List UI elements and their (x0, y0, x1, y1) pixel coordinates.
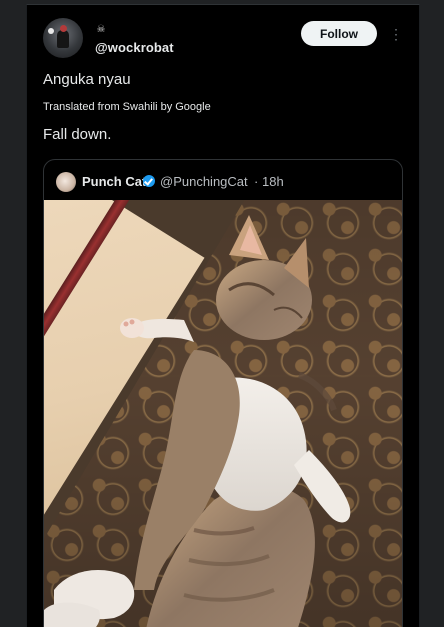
post-card: ☠ @wockrobat Follow ⋮ Anguka nyau Transl… (26, 4, 420, 627)
avatar-moon (48, 28, 54, 34)
quoted-author-name[interactable]: Punch Cat (82, 174, 146, 189)
quoted-author-handle[interactable]: @PunchingCat (160, 174, 248, 189)
verified-badge-icon (143, 175, 155, 187)
post-translated-text: Fall down. (43, 126, 112, 143)
quoted-photo[interactable] (44, 200, 402, 627)
quoted-post[interactable]: Punch Cat @PunchingCat · 18h (43, 159, 403, 627)
quoted-timestamp[interactable]: 18h (262, 174, 284, 189)
author-handle[interactable]: @wockrobat (95, 40, 174, 55)
follow-button[interactable]: Follow (301, 21, 377, 46)
skull-icon: ☠ (96, 24, 106, 35)
more-vertical-icon[interactable]: ⋮ (389, 27, 403, 41)
avatar[interactable] (43, 18, 83, 58)
kitten-illustration (44, 215, 351, 627)
quoted-avatar[interactable] (56, 172, 76, 192)
translation-label: Translated from Swahili by Google (43, 101, 211, 113)
translation-attribution[interactable]: Translated from Swahili by Google (43, 101, 211, 113)
post-original-text: Anguka nyau (43, 71, 131, 88)
avatar-figure (57, 25, 69, 48)
separator-dot: · (254, 174, 259, 189)
